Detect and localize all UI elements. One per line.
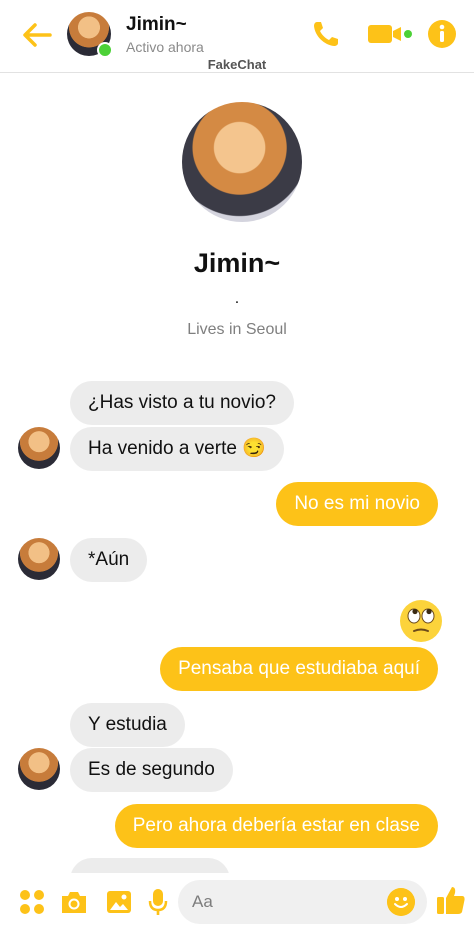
contact-name[interactable]: Jimin~	[126, 14, 187, 36]
profile-location: Lives in Seoul	[187, 321, 287, 338]
contact-status: Activo ahora	[126, 39, 204, 55]
sender-avatar[interactable]	[18, 538, 60, 580]
info-icon[interactable]	[426, 18, 458, 50]
message-incoming[interactable]: *Aún	[70, 538, 148, 582]
input-placeholder: Aa	[192, 892, 213, 911]
message-incoming[interactable]: Ha venido a verte 😏	[70, 427, 284, 471]
image-icon[interactable]	[105, 888, 133, 916]
watermark: FakeChat	[207, 57, 267, 72]
thumbs-up-icon[interactable]	[436, 884, 466, 916]
message-outgoing[interactable]: No es mi novio	[276, 482, 438, 526]
rolling-eyes-emoji[interactable]	[400, 600, 442, 642]
profile-bio: .	[234, 290, 240, 307]
message-input[interactable]: Aa	[178, 880, 427, 924]
video-icon[interactable]	[366, 18, 414, 50]
message-outgoing[interactable]: Pensaba que estudiaba aquí	[160, 647, 438, 691]
chat-header: Jimin~ Activo ahora FakeChat	[0, 0, 474, 73]
sender-avatar[interactable]	[18, 748, 60, 790]
sender-avatar[interactable]	[18, 427, 60, 469]
emoji-icon[interactable]	[387, 888, 415, 916]
message-incoming[interactable]: Es de segundo	[70, 748, 233, 792]
profile-avatar[interactable]	[182, 102, 302, 222]
online-indicator	[97, 42, 113, 58]
message-incoming[interactable]: Y estudia	[70, 703, 185, 747]
message-outgoing[interactable]: Pero ahora debería estar en clase	[114, 804, 438, 848]
back-arrow-icon[interactable]	[20, 18, 54, 52]
message-incoming[interactable]: ¿Has visto a tu novio?	[70, 381, 294, 425]
profile-name: Jimin~	[193, 248, 281, 278]
phone-icon[interactable]	[310, 18, 342, 50]
mic-icon[interactable]	[148, 887, 168, 917]
camera-icon[interactable]	[59, 888, 89, 916]
apps-icon[interactable]	[18, 888, 46, 916]
